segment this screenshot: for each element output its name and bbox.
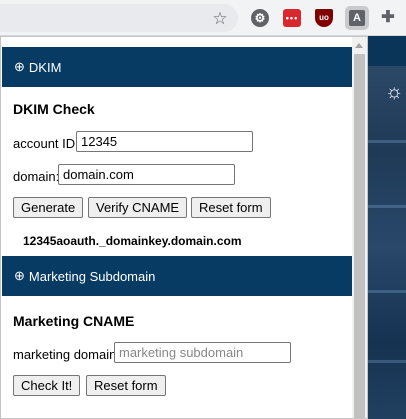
dkim-result-text: 12345aoauth._domainkey.domain.com <box>23 234 242 248</box>
browser-toolbar: ☆ ⚙ ••• uo A ✚ <box>0 0 406 36</box>
active-extension-icon[interactable]: A <box>345 6 369 30</box>
ublock-icon[interactable]: uo <box>315 9 333 27</box>
marketing-reset-button[interactable]: Reset form <box>86 375 166 396</box>
scrollbar-thumb[interactable] <box>354 54 365 418</box>
marketing-cname-title: Marketing CNAME <box>13 313 135 329</box>
extension-popup: ⊕ DKIM DKIM Check account ID: domain: Ge… <box>0 36 368 419</box>
bookmark-star-icon[interactable]: ☆ <box>211 9 229 27</box>
lastpass-icon[interactable]: ••• <box>283 9 301 27</box>
dkim-reset-button[interactable]: Reset form <box>191 197 271 218</box>
expand-icon: ⊕ <box>14 59 25 74</box>
address-bar[interactable] <box>0 4 238 32</box>
marketing-domain-label: marketing domain: <box>13 347 120 362</box>
dkim-check-title: DKIM Check <box>13 101 95 117</box>
scroll-up-arrow-icon[interactable] <box>355 43 363 48</box>
verify-cname-button[interactable]: Verify CNAME <box>88 197 188 218</box>
account-id-label: account ID: <box>13 136 79 151</box>
marketing-section-title: Marketing Subdomain <box>28 268 156 284</box>
sunrise-icon: ☼ <box>385 81 404 103</box>
marketing-section-header[interactable]: ⊕ Marketing Subdomain <box>2 256 354 296</box>
marketing-domain-input[interactable] <box>114 342 291 363</box>
generate-button[interactable]: Generate <box>13 197 84 218</box>
account-id-input[interactable] <box>76 131 253 152</box>
puzzle-icon[interactable]: ✚ <box>379 9 397 27</box>
domain-input[interactable] <box>58 164 235 185</box>
gear-icon[interactable]: ⚙ <box>251 9 269 27</box>
expand-icon: ⊕ <box>14 268 25 283</box>
dkim-section-title: DKIM <box>28 59 62 75</box>
extension-a-glyph: A <box>349 10 365 26</box>
check-it-button[interactable]: Check It! <box>13 375 81 396</box>
popup-scrollbar[interactable] <box>352 37 367 418</box>
dkim-section-header[interactable]: ⊕ DKIM <box>2 47 354 87</box>
domain-label: domain: <box>13 169 60 184</box>
